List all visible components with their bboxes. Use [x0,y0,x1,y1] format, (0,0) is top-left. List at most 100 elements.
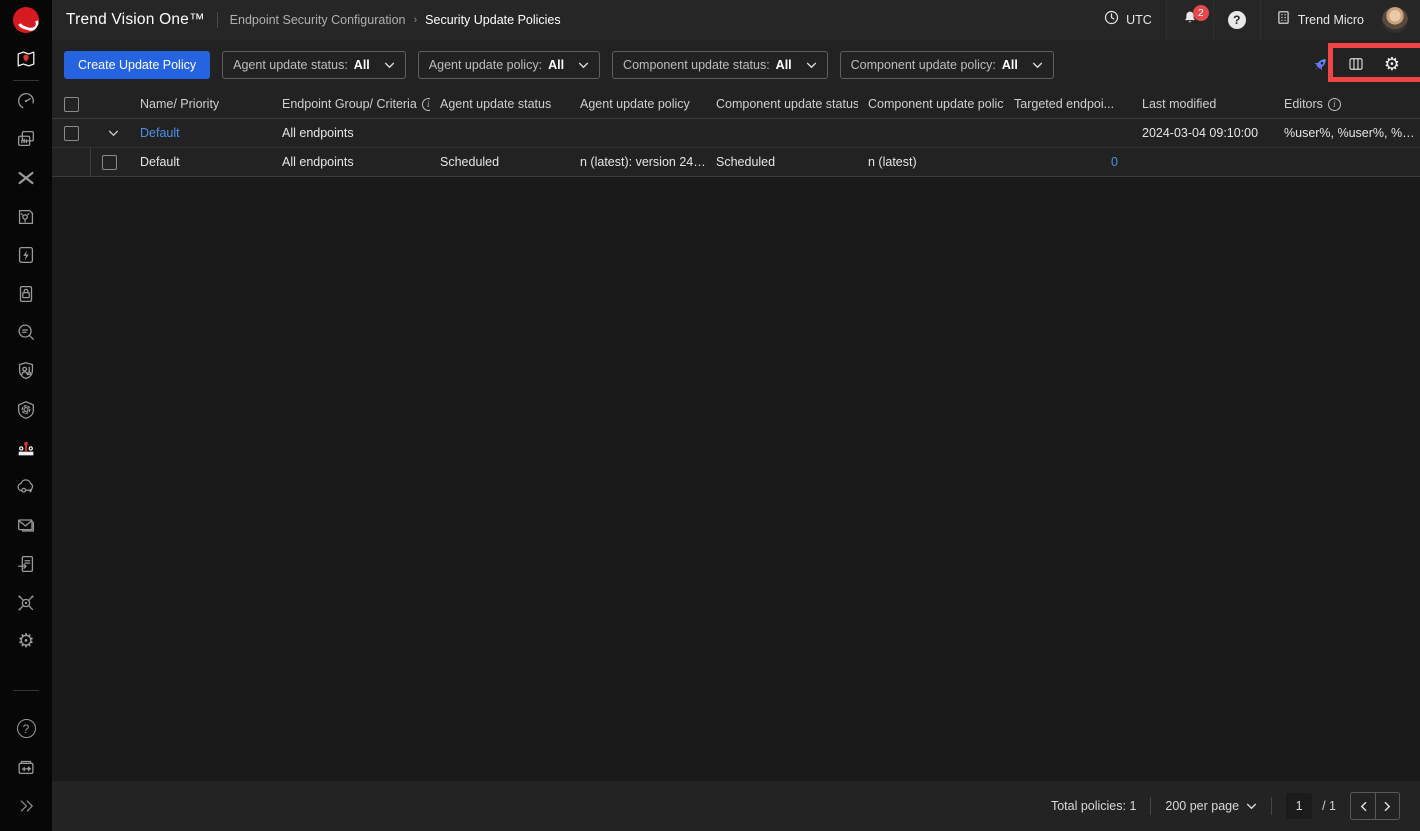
row-checkbox[interactable] [64,126,79,141]
agent-status-cell: Scheduled [430,155,570,169]
endpoint-shield-gear-icon[interactable] [0,390,52,429]
table-row[interactable]: Default All endpoints Scheduled n (lates… [52,148,1420,177]
table-row[interactable]: Default All endpoints 2024-03-04 09:10:0… [52,119,1420,148]
col-targeted-endpoints[interactable]: Targeted endpoi... [1004,97,1132,111]
filter-value: All [354,58,370,72]
gear-icon[interactable]: ⚙ [1382,54,1402,74]
trend-micro-logo[interactable] [0,0,52,40]
breadcrumb-section[interactable]: Endpoint Security Configuration [230,13,406,27]
total-policies-label: Total policies: 1 [1051,799,1136,813]
col-name-priority[interactable]: Name/ Priority [130,97,272,111]
reports-windows-icon[interactable] [0,120,52,159]
clock-icon [1103,9,1120,31]
breadcrumb-page: Security Update Policies [425,13,560,27]
per-page-select[interactable]: 200 per page [1165,799,1257,813]
chevron-down-icon [806,62,817,69]
col-last-modified[interactable]: Last modified [1132,97,1274,111]
filter-label: Agent update policy: [429,58,542,72]
filter-component-update-policy[interactable]: Component update policy: All [840,51,1054,79]
agent-policy-cell: n (latest): version 24.06 [570,155,706,169]
attack-surface-lightning-icon[interactable] [0,236,52,275]
next-page-button[interactable] [1375,793,1399,819]
filter-agent-update-policy[interactable]: Agent update policy: All [418,51,600,79]
cloud-key-icon[interactable] [0,468,52,507]
chevron-down-icon [1032,62,1043,69]
endpoint-group-cell: All endpoints [272,126,430,140]
component-policy-cell: n (latest) [858,155,1004,169]
col-component-update-policy[interactable]: Component update policy [858,97,1004,111]
help-icon[interactable]: ? [0,709,52,748]
column-settings-icon[interactable] [1346,54,1366,74]
chevron-down-icon [384,62,395,69]
policy-doc-lock-icon[interactable] [0,275,52,314]
search-icon[interactable] [0,313,52,352]
settings-gear-icon[interactable]: ⚙ [0,622,52,661]
workbench-doc-icon[interactable] [0,197,52,236]
email-security-icon[interactable] [0,506,52,545]
filter-label: Agent update status: [233,58,348,72]
info-icon[interactable]: i [1328,98,1341,111]
help-button[interactable]: ? [1214,0,1260,40]
col-agent-update-status[interactable]: Agent update status [430,97,570,111]
filter-agent-update-status[interactable]: Agent update status: All [222,51,406,79]
chevron-down-icon [1246,803,1257,810]
timezone-label: UTC [1126,13,1152,27]
page-total-label: / 1 [1322,799,1336,813]
row-checkbox[interactable] [102,155,117,170]
component-status-cell: Scheduled [706,155,858,169]
page-number-input[interactable]: 1 [1286,793,1312,819]
table-header-row: Name/ Priority Endpoint Group/ Criteriai… [52,90,1420,119]
app-title: Trend Vision One™ [66,11,205,29]
endpoint-group-cell: All endpoints [272,155,430,169]
filter-component-update-status[interactable]: Component update status: All [612,51,828,79]
title-divider [217,12,218,28]
service-console-active-icon[interactable] [0,429,52,468]
sidebar-divider [13,690,39,691]
col-endpoint-group[interactable]: Endpoint Group/ Criteriai [272,97,430,111]
xdr-x-icon[interactable] [0,159,52,198]
targeted-endpoints-link[interactable]: 0 [1111,155,1118,169]
footer-divider [1271,797,1272,815]
filter-value: All [1002,58,1018,72]
rocket-icon[interactable] [1310,54,1330,74]
building-icon [1275,9,1292,31]
top-bar: Trend Vision One™ Endpoint Security Conf… [52,0,1420,40]
empty-content-area [52,177,1420,781]
network-analysis-icon[interactable] [0,583,52,622]
chevron-down-icon [578,62,589,69]
col-agent-update-policy[interactable]: Agent update policy [570,97,706,111]
filter-value: All [548,58,564,72]
breadcrumb-separator: › [413,14,417,26]
prev-page-button[interactable] [1351,793,1375,819]
policies-table: Name/ Priority Endpoint Group/ Criteriai… [52,90,1420,177]
select-all-checkbox[interactable] [64,97,79,112]
col-editors[interactable]: Editorsi [1274,97,1420,111]
info-icon[interactable]: i [422,98,430,111]
col-component-update-status[interactable]: Component update status [706,97,858,111]
policy-name-cell: Default [130,155,272,169]
editors-cell: %user%, %user%, %user% [1274,126,1420,140]
timezone-button[interactable]: UTC [1089,0,1166,40]
chevron-down-icon [108,130,119,137]
whats-new-box-icon[interactable] [0,748,52,787]
filter-label: Component update status: [623,58,770,72]
sidebar: ⚙ ? [0,0,52,831]
notification-badge: 2 [1193,5,1209,21]
doc-share-icon[interactable] [0,545,52,584]
dashboard-gauge-icon[interactable] [0,82,52,121]
map-pin-icon[interactable] [0,40,52,79]
create-update-policy-button[interactable]: Create Update Policy [64,51,210,79]
question-icon: ? [1228,11,1246,29]
filter-value: All [776,58,792,72]
expand-chevrons-icon[interactable] [0,786,52,825]
tenant-button[interactable]: Trend Micro [1261,0,1378,40]
row-expander[interactable] [96,130,130,137]
policy-name-link[interactable]: Default [140,126,180,140]
notifications-button[interactable]: 2 [1167,0,1213,40]
tree-guide-line [90,148,91,177]
footer-divider [1150,797,1151,815]
user-avatar[interactable] [1382,7,1408,33]
tenant-name: Trend Micro [1298,13,1364,27]
identity-shield-user-icon[interactable] [0,352,52,391]
toolbar: Create Update Policy Agent update status… [52,40,1420,90]
